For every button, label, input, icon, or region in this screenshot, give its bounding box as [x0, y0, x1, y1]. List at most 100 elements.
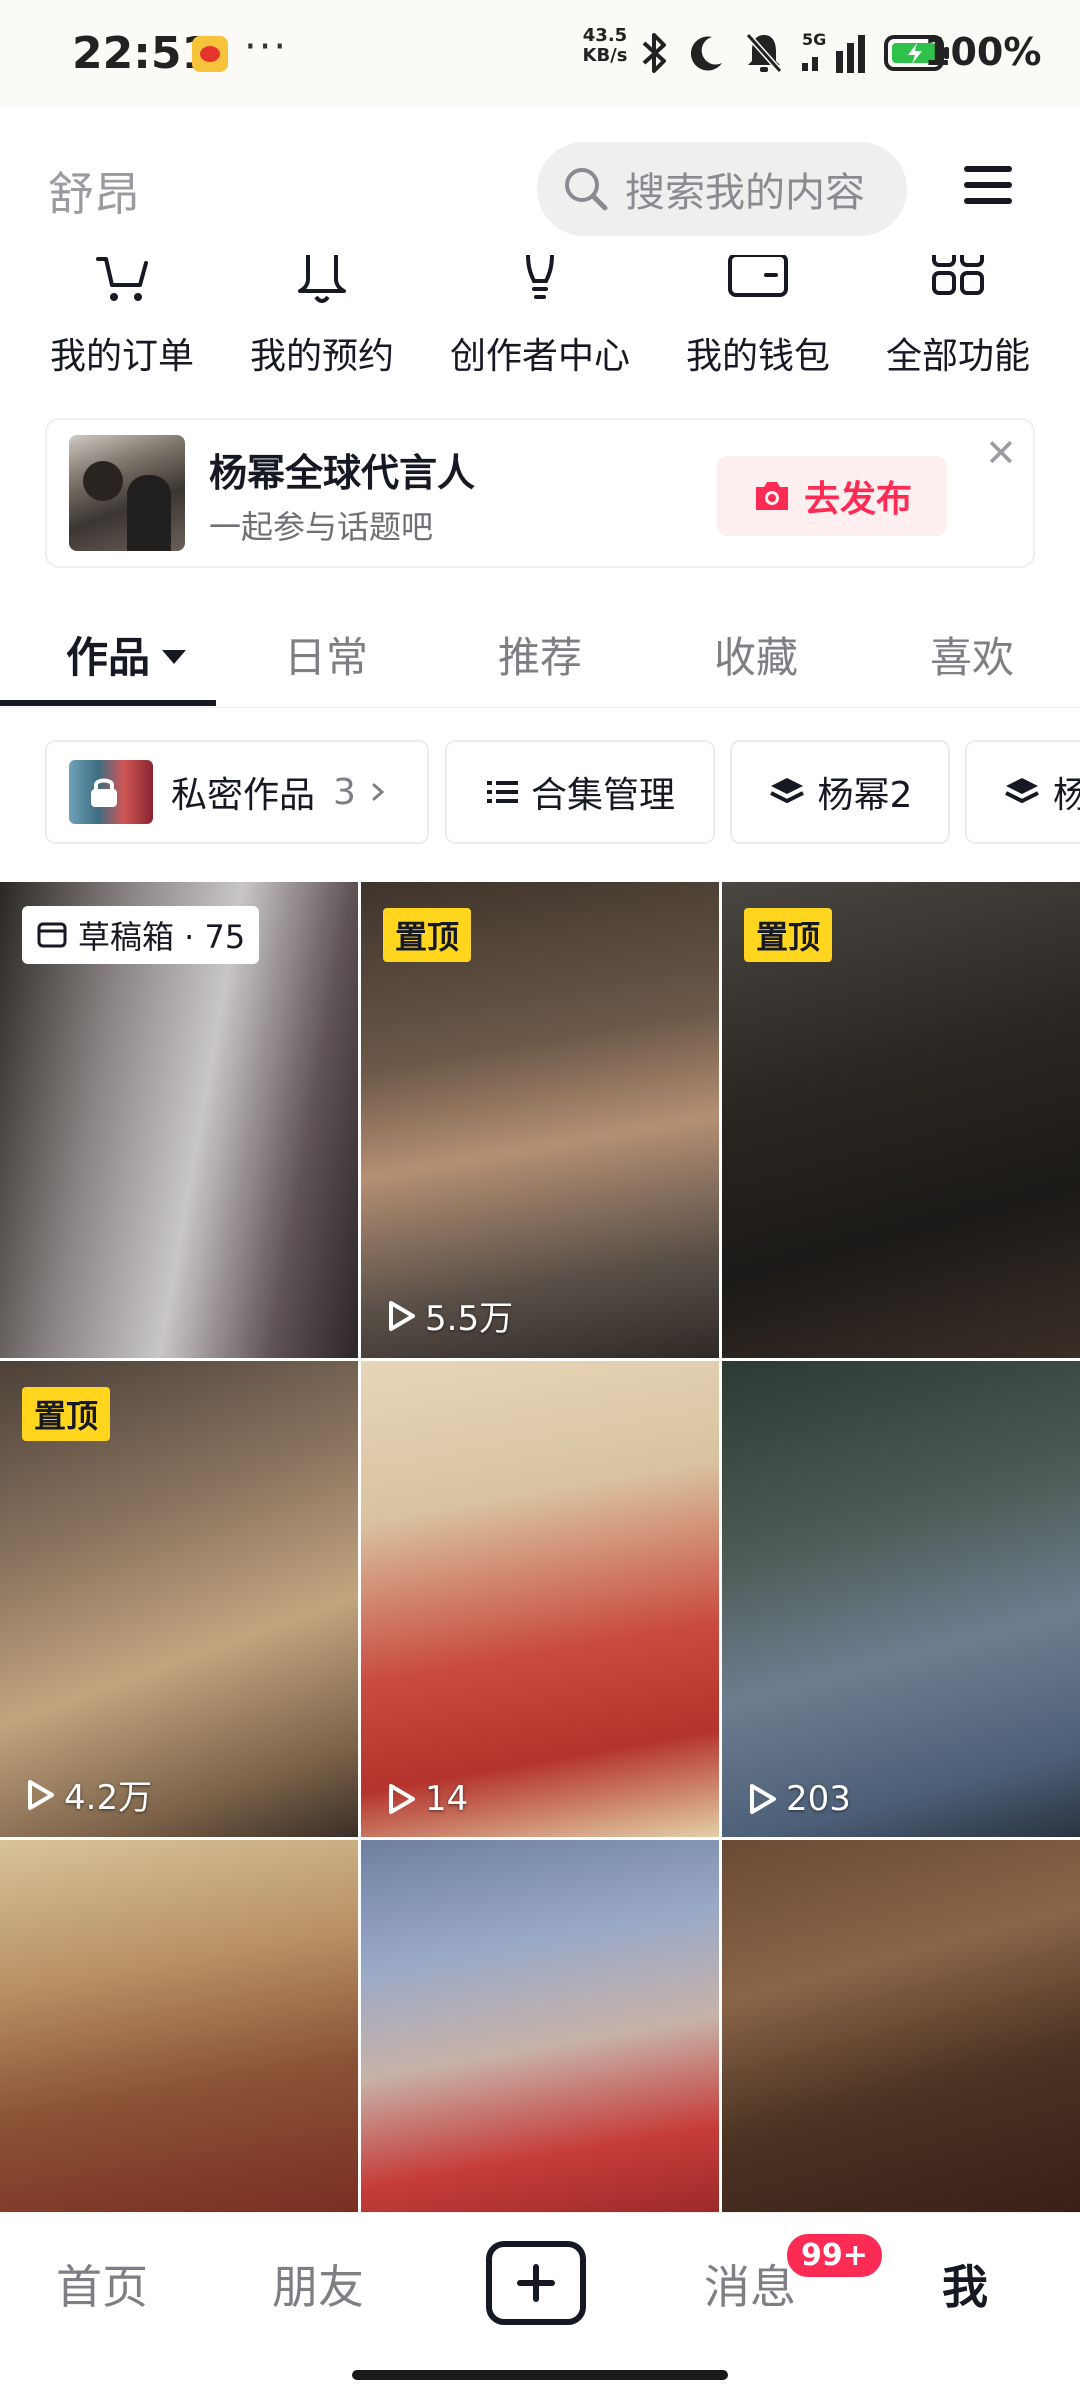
chip-collection-management[interactable]: 合集管理 [445, 740, 715, 844]
play-count: 203 [744, 1779, 851, 1819]
play-count-value: 4.2万 [64, 1778, 153, 1818]
chevron-right-icon [372, 783, 385, 801]
shortcut-label: 我的预约 [249, 336, 394, 377]
play-count-value: 5.5万 [425, 1299, 514, 1339]
tab-favorites[interactable]: 收藏 [714, 624, 798, 685]
video-thumbnail[interactable]: 置顶 5.5万 [361, 882, 719, 1358]
play-count-value: 14 [425, 1779, 469, 1819]
network-type: 5G [802, 31, 826, 49]
shortcut-my-reservations[interactable]: 我的预约 [222, 255, 422, 379]
private-works-thumbnail [69, 760, 153, 824]
active-tab-indicator [0, 700, 216, 706]
hamburger-menu-icon[interactable] [964, 166, 1012, 208]
bell-icon [222, 255, 422, 309]
lock-icon [91, 778, 117, 807]
shortcut-my-orders[interactable]: 我的订单 [22, 255, 222, 379]
bluetooth-icon [640, 28, 670, 78]
play-icon [750, 1784, 776, 1814]
promo-title: 杨幂全球代言人 [209, 451, 476, 495]
video-thumbnail-drafts[interactable]: 草稿箱 · 75 [0, 882, 358, 1358]
video-thumbnail[interactable]: 14 [361, 1361, 719, 1837]
publish-label: 去发布 [803, 479, 912, 520]
weibo-app-icon [192, 36, 228, 72]
drafts-badge-label: 草稿箱 · 75 [78, 918, 246, 956]
chip-private-works[interactable]: 私密作品 3 [45, 740, 429, 844]
shortcut-my-wallet[interactable]: 我的钱包 [658, 255, 858, 379]
play-count: 4.2万 [22, 1770, 152, 1819]
camera-icon [755, 482, 788, 510]
drafts-box-icon [37, 922, 67, 948]
caret-down-icon [162, 649, 187, 664]
pinned-badge: 置顶 [383, 908, 472, 962]
shortcut-row: 我的订单 我的预约 创作者中心 我的钱包 全部功能 [0, 255, 1080, 385]
more-dots-icon: ··· [244, 24, 289, 70]
pinned-badge: 置顶 [22, 1387, 111, 1441]
promo-subtitle: 一起参与话题吧 [209, 508, 434, 546]
chip-collection-yang[interactable]: 杨 [965, 740, 1080, 844]
profile-name: 舒昂 [48, 167, 140, 221]
nav-home[interactable]: 首页 [56, 2251, 148, 2317]
close-icon[interactable]: ✕ [985, 434, 1017, 472]
topic-promo-card[interactable]: 杨幂全球代言人 一起参与话题吧 去发布 ✕ [45, 418, 1035, 568]
plus-icon [517, 2264, 555, 2302]
chip-label: 私密作品 [171, 775, 316, 816]
status-bar: 22:51 ··· 43.5 KB/s 5G 100% [0, 0, 1080, 108]
search-box[interactable]: 搜索我的内容 [537, 142, 907, 236]
nav-messages[interactable]: 消息 [704, 2251, 796, 2317]
pinned-badge: 置顶 [744, 908, 833, 962]
create-post-button[interactable] [486, 2241, 586, 2325]
nav-me[interactable]: 我 [942, 2251, 988, 2317]
net-speed-unit: KB/s [582, 45, 628, 66]
mute-bell-icon [744, 28, 784, 78]
play-count-value: 203 [786, 1779, 851, 1819]
status-icons: 5G [640, 28, 950, 78]
shortcut-all-features[interactable]: 全部功能 [858, 255, 1058, 379]
battery-percent: 100% [924, 30, 1042, 74]
chip-label: 杨 [1053, 775, 1080, 816]
layers-icon [1005, 778, 1039, 804]
search-icon [565, 168, 608, 211]
video-thumbnail[interactable] [722, 1840, 1080, 2212]
play-count: 5.5万 [383, 1291, 513, 1340]
chip-count: 3 [333, 771, 356, 813]
chip-collection-yangmi2[interactable]: 杨幂2 [730, 740, 950, 844]
tab-daily[interactable]: 日常 [284, 624, 368, 685]
video-thumbnail[interactable] [0, 1840, 358, 2212]
home-indicator[interactable] [352, 2370, 728, 2380]
content-tabs: 作品 日常 推荐 收藏 喜欢 [0, 600, 1080, 708]
bulb-icon [440, 255, 640, 309]
play-count: 14 [383, 1779, 468, 1819]
chip-label: 杨幂2 [817, 775, 913, 816]
shortcut-label: 我的钱包 [685, 336, 830, 377]
video-thumbnail[interactable] [361, 1840, 719, 2212]
list-icon [486, 781, 518, 803]
video-thumbnail[interactable]: 置顶 [722, 882, 1080, 1358]
tab-likes[interactable]: 喜欢 [930, 624, 1014, 685]
shortcut-label: 创作者中心 [449, 336, 630, 377]
collection-chips: 私密作品 3 合集管理 杨幂2 杨 [0, 740, 1080, 846]
video-thumbnail[interactable]: 203 [722, 1361, 1080, 1837]
messages-badge: 99+ [784, 2231, 885, 2280]
net-speed-value: 43.5 [582, 25, 628, 46]
tab-works[interactable]: 作品 [66, 624, 187, 685]
wallet-icon [658, 255, 858, 309]
shortcut-creator-center[interactable]: 创作者中心 [440, 255, 640, 379]
drafts-badge: 草稿箱 · 75 [22, 906, 260, 964]
promo-thumbnail [69, 435, 185, 551]
search-placeholder: 搜索我的内容 [625, 170, 865, 216]
nav-friends[interactable]: 朋友 [272, 2251, 364, 2317]
chip-label: 合集管理 [530, 775, 675, 816]
profile-header: 舒昂 搜索我的内容 [0, 108, 1080, 263]
moon-icon [688, 28, 726, 78]
layers-icon [769, 778, 804, 804]
play-icon [389, 1784, 415, 1814]
shortcut-label: 全部功能 [885, 336, 1030, 377]
grid-apps-icon [858, 255, 1058, 309]
tab-recommended[interactable]: 推荐 [498, 624, 582, 685]
shortcut-label: 我的订单 [49, 336, 194, 377]
video-thumbnail[interactable]: 置顶 4.2万 [0, 1361, 358, 1837]
publish-button[interactable]: 去发布 [717, 456, 947, 536]
cart-icon [22, 255, 222, 309]
signal-icon: 5G [802, 28, 866, 78]
tab-label: 作品 [66, 633, 151, 682]
